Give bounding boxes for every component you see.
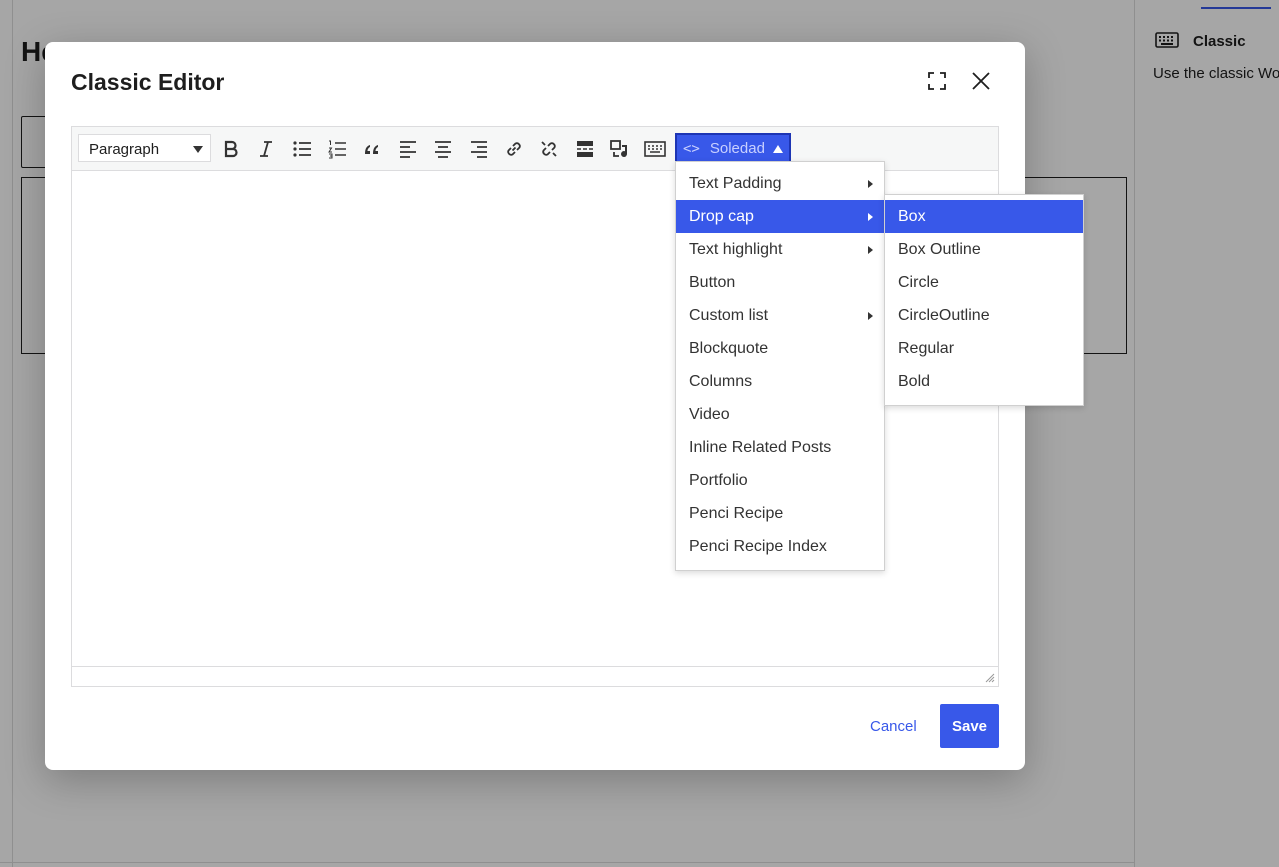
menu-item-label: Penci Recipe [689, 505, 784, 522]
unlink-icon [541, 141, 557, 157]
soledad-button-label: Soledad [709, 140, 765, 157]
menu-item-drop-cap[interactable]: Drop cap [676, 200, 884, 233]
submenu-item-box-outline[interactable]: Box Outline [885, 233, 1083, 266]
read-more-button[interactable] [571, 135, 599, 163]
menu-item-portfolio[interactable]: Portfolio [676, 464, 884, 497]
menu-item-penci-recipe[interactable]: Penci Recipe [676, 497, 884, 530]
menu-item-label: Video [689, 406, 730, 423]
close-icon [972, 72, 990, 90]
menu-item-label: Button [689, 274, 736, 291]
align-center-button[interactable] [429, 135, 457, 163]
align-left-icon [400, 141, 416, 158]
chevron-right-icon [868, 180, 873, 188]
toolbar-toggle-icon [644, 141, 666, 157]
menu-item-custom-list[interactable]: Custom list [676, 299, 884, 332]
insert-media-icon [610, 140, 628, 158]
cancel-button[interactable]: Cancel [860, 704, 927, 748]
menu-item-text-padding[interactable]: Text Padding [676, 167, 884, 200]
bold-button[interactable] [217, 135, 245, 163]
submenu-item-regular[interactable]: Regular [885, 332, 1083, 365]
chevron-right-icon [868, 213, 873, 221]
read-more-icon [577, 141, 593, 157]
align-right-icon [471, 141, 487, 158]
italic-button[interactable] [252, 135, 280, 163]
fullscreen-icon [928, 72, 946, 90]
menu-item-blockquote[interactable]: Blockquote [676, 332, 884, 365]
menu-item-label: Text highlight [689, 241, 783, 258]
link-icon [507, 142, 521, 156]
menu-item-label: Columns [689, 373, 753, 390]
submenu-item-circle[interactable]: Circle [885, 266, 1083, 299]
insert-media-button[interactable] [606, 135, 634, 163]
menu-item-penci-recipe-index[interactable]: Penci Recipe Index [676, 530, 884, 563]
chevron-right-icon [868, 246, 873, 254]
submenu-item-bold[interactable]: Bold [885, 365, 1083, 398]
soledad-dropdown-menu: Text Padding Drop cap Text highlight But… [675, 161, 885, 571]
toolbar-toggle-button[interactable] [641, 135, 669, 163]
chevron-up-icon [773, 145, 783, 153]
menu-item-label: Penci Recipe Index [689, 538, 827, 555]
menu-item-columns[interactable]: Columns [676, 365, 884, 398]
menu-item-label: Blockquote [689, 340, 769, 357]
format-select[interactable]: Paragraph [78, 134, 211, 162]
menu-item-text-highlight[interactable]: Text highlight [676, 233, 884, 266]
numbered-list-button[interactable] [323, 135, 351, 163]
bold-icon [224, 140, 238, 158]
fullscreen-button[interactable] [922, 66, 952, 96]
align-left-button[interactable] [394, 135, 422, 163]
submenu-item-box[interactable]: Box [885, 200, 1083, 233]
menu-item-label: Text Padding [689, 175, 782, 192]
chevron-right-icon [868, 312, 873, 320]
code-icon: <> [683, 140, 700, 157]
menu-item-inline-related-posts[interactable]: Inline Related Posts [676, 431, 884, 464]
align-right-button[interactable] [465, 135, 493, 163]
unlink-button[interactable] [535, 135, 563, 163]
menu-item-label: Inline Related Posts [689, 439, 832, 456]
menu-item-label: Drop cap [689, 208, 754, 225]
resize-handle-icon[interactable] [985, 673, 995, 683]
submenu-item-circle-outline[interactable]: CircleOutline [885, 299, 1083, 332]
blockquote-icon [365, 145, 378, 154]
format-select-value: Paragraph [89, 141, 160, 158]
bulleted-list-button[interactable] [288, 135, 316, 163]
soledad-shortcodes-button[interactable]: <> Soledad [675, 133, 791, 164]
chevron-down-icon [193, 146, 203, 153]
menu-item-label: Custom list [689, 307, 769, 324]
menu-item-label: Portfolio [689, 472, 748, 489]
editor-statusbar [72, 666, 998, 686]
blockquote-button[interactable] [358, 135, 386, 163]
numbered-list-icon [328, 140, 346, 159]
close-button[interactable] [966, 66, 996, 96]
menu-item-button[interactable]: Button [676, 266, 884, 299]
drop-cap-submenu: Box Box Outline Circle CircleOutline Reg… [884, 194, 1084, 406]
align-center-icon [435, 141, 451, 158]
italic-icon [260, 141, 272, 157]
menu-item-video[interactable]: Video [676, 398, 884, 431]
bulleted-list-icon [293, 141, 311, 157]
modal-title: Classic Editor [71, 69, 225, 95]
link-button[interactable] [500, 135, 528, 163]
save-button[interactable]: Save [940, 704, 999, 748]
